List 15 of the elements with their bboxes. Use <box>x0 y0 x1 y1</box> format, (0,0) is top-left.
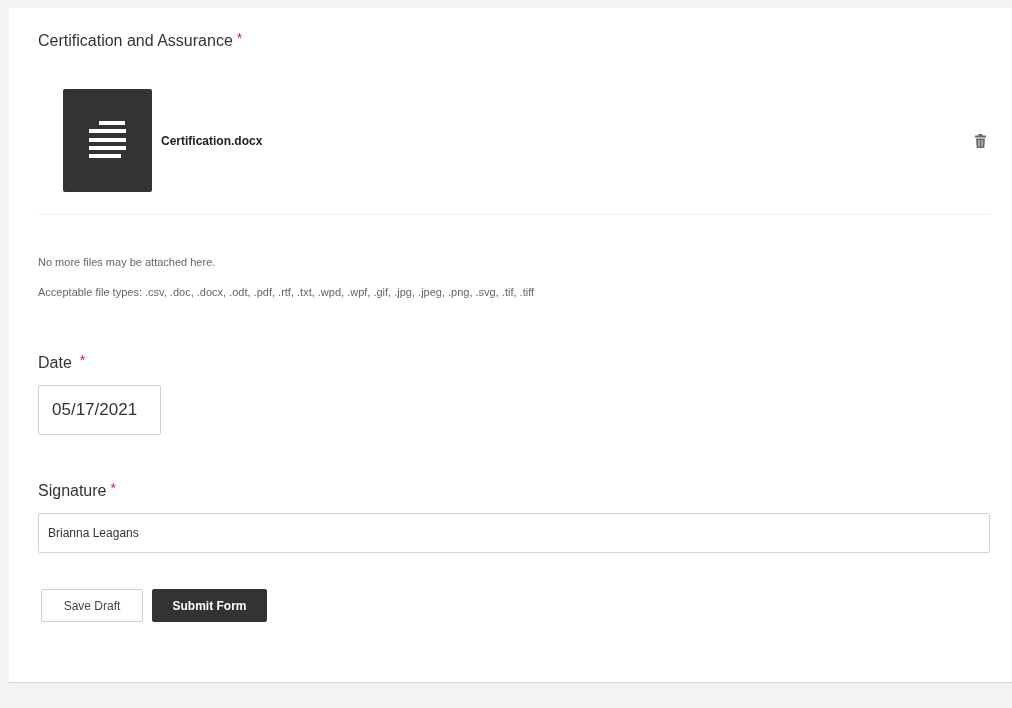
help-text: No more files may be attached here. <box>38 256 217 268</box>
signature-field[interactable]: Brianna Leagans <box>38 513 990 553</box>
date-field[interactable]: 05/17/2021 <box>38 385 161 435</box>
required-mark: * <box>236 30 243 46</box>
required-mark: * <box>79 352 86 368</box>
field-label: Signature <box>38 482 107 500</box>
file-name: Certification.docx <box>161 133 264 148</box>
trash-icon[interactable] <box>975 133 986 148</box>
field-label: Date <box>38 354 72 372</box>
help-text: Acceptable file types: .csv, .doc, .docx, .odt, .pdf, .rtf, .txt, .wpd, .wpf, .gif, .jpg, .jpeg, .png, .svg, .tif, .tiff <box>38 286 536 298</box>
document-thumbnail-icon <box>63 89 152 192</box>
submit-button[interactable]: Submit Form <box>152 589 267 622</box>
save-button[interactable]: Save Draft <box>41 589 143 622</box>
field-label: Certification and Assurance <box>38 32 233 50</box>
required-mark: * <box>110 480 116 496</box>
